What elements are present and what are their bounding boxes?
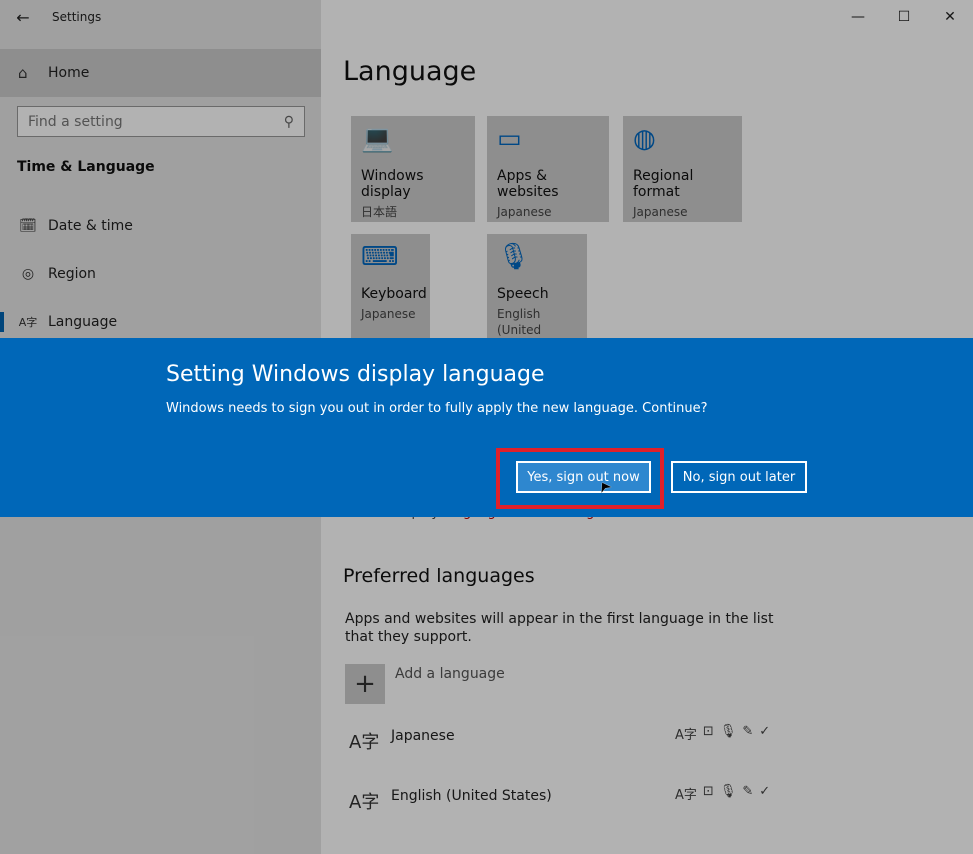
sign-out-dialog: Setting Windows display language Windows… — [0, 338, 973, 517]
dialog-title: Setting Windows display language — [166, 362, 545, 387]
dialog-message: Windows needs to sign you out in order t… — [166, 401, 708, 416]
highlight-box — [496, 448, 664, 509]
sign-out-later-button[interactable]: No, sign out later — [671, 461, 807, 493]
